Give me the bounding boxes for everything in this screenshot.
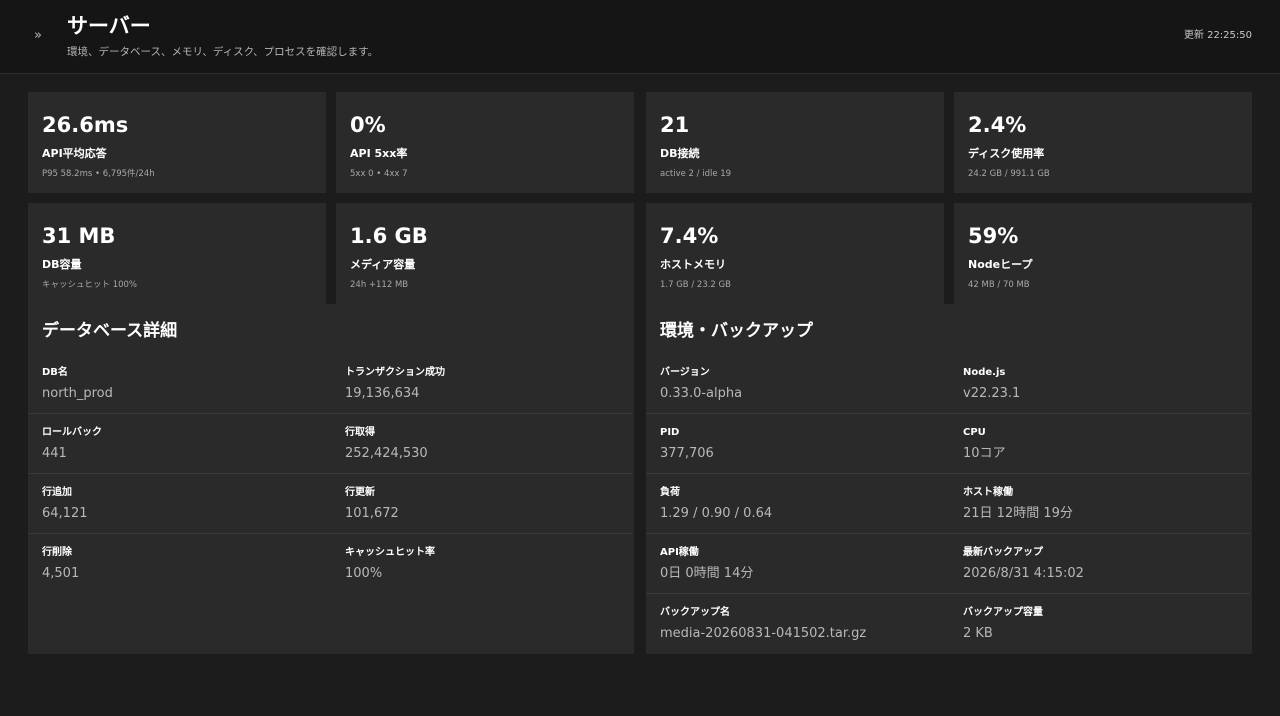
field-value: 2 KB	[963, 626, 993, 641]
field-value: north_prod	[42, 386, 113, 401]
metric-detail: キャッシュヒット 100%	[42, 280, 138, 290]
metric-card-node-heap: 59% Nodeヒープ 42 MB / 70 MB	[954, 203, 1252, 304]
field-value: 0日 0時間 14分	[660, 566, 754, 581]
field-label: 行削除	[42, 547, 72, 558]
field-label: 最新バックアップ	[963, 547, 1043, 558]
panel-title: 環境・バックアップ	[660, 321, 813, 341]
metric-label: API平均応答	[42, 147, 107, 160]
environment-backup-panel: 環境・バックアップ バージョン 0.33.0-alpha Node.js v22.2…	[646, 304, 1252, 654]
metric-detail: active 2 / idle 19	[660, 169, 732, 179]
metric-card-db-connections: 21 DB接続 active 2 / idle 19	[646, 92, 944, 193]
field-value: 4,501	[42, 566, 80, 581]
table-row: 負荷 1.29 / 0.90 / 0.64 ホスト稼働 21日 12時間 19分	[646, 474, 1250, 534]
field-value: 0.33.0-alpha	[660, 386, 743, 401]
panel-title: データベース詳細	[42, 321, 178, 341]
field-value: v22.23.1	[963, 386, 1021, 401]
field-label: キャッシュヒット率	[345, 547, 435, 558]
field-label: 行取得	[345, 427, 375, 438]
field-value: 100%	[345, 566, 383, 581]
metric-card-api-5xx: 0% API 5xx率 5xx 0 • 4xx 7	[336, 92, 634, 193]
field-value: 252,424,530	[345, 446, 428, 461]
table-row: バージョン 0.33.0-alpha Node.js v22.23.1	[646, 354, 1250, 414]
metric-detail: 24.2 GB / 991.1 GB	[968, 169, 1050, 179]
metric-label: メディア容量	[350, 258, 416, 271]
metric-label: Nodeヒープ	[968, 258, 1033, 271]
field-value: 21日 12時間 19分	[963, 506, 1073, 521]
table-row: 行削除 4,501 キャッシュヒット率 100%	[28, 534, 632, 594]
metric-card-disk-usage: 2.4% ディスク使用率 24.2 GB / 991.1 GB	[954, 92, 1252, 193]
field-label: Node.js	[963, 367, 1006, 378]
field-value: 19,136,634	[345, 386, 420, 401]
metric-label: ホストメモリ	[660, 258, 726, 271]
field-value: media-20260831-041502.tar.gz	[660, 626, 867, 641]
field-value: 10コア	[963, 446, 1006, 461]
last-updated-time: 更新 22:25:50	[1183, 30, 1252, 41]
field-label: DB名	[42, 367, 68, 378]
page-header: » サーバー 環境、データベース、メモリ、ディスク、プロセスを確認します。 更新…	[0, 0, 1280, 74]
metric-card-db-size: 31 MB DB容量 キャッシュヒット 100%	[28, 203, 326, 304]
metric-label: ディスク使用率	[968, 147, 1045, 160]
field-label: 行更新	[345, 487, 375, 498]
field-value: 2026/8/31 4:15:02	[963, 566, 1084, 581]
metric-detail: P95 58.2ms • 6,795件/24h	[42, 169, 155, 179]
field-value: 64,121	[42, 506, 88, 521]
table-row: ロールバック 441 行取得 252,424,530	[28, 414, 632, 474]
metric-value: 26.6ms	[42, 113, 129, 137]
page-subtitle: 環境、データベース、メモリ、ディスク、プロセスを確認します。	[67, 46, 379, 58]
metric-detail: 1.7 GB / 23.2 GB	[660, 280, 731, 290]
metric-card-host-memory: 7.4% ホストメモリ 1.7 GB / 23.2 GB	[646, 203, 944, 304]
field-value: 1.29 / 0.90 / 0.64	[660, 506, 773, 521]
table-row: バックアップ名 media-20260831-041502.tar.gz バックア…	[646, 594, 1250, 654]
metric-value: 1.6 GB	[350, 224, 428, 248]
field-label: 行追加	[42, 487, 72, 498]
metric-detail: 24h +112 MB	[350, 280, 409, 290]
metric-label: DB接続	[660, 147, 700, 160]
field-label: バックアップ名	[660, 607, 730, 618]
metric-value: 7.4%	[660, 224, 719, 248]
field-value: 101,672	[345, 506, 399, 521]
metric-value: 31 MB	[42, 224, 116, 248]
field-label: トランザクション成功	[345, 367, 445, 378]
metric-value: 0%	[350, 113, 386, 137]
metric-detail: 5xx 0 • 4xx 7	[350, 169, 408, 179]
database-details-panel: データベース詳細 DB名 north_prod トランザクション成功 19,136,…	[28, 304, 634, 654]
metric-label: DB容量	[42, 258, 82, 271]
table-row: API稼働 0日 0時間 14分 最新バックアップ 2026/8/31 4:15:0…	[646, 534, 1250, 594]
field-value: 377,706	[660, 446, 714, 461]
field-value: 441	[42, 446, 67, 461]
table-row: DB名 north_prod トランザクション成功 19,136,634	[28, 354, 632, 414]
field-label: CPU	[963, 427, 986, 438]
page-title: サーバー	[67, 14, 151, 38]
field-label: バックアップ容量	[963, 607, 1043, 618]
field-label: API稼働	[660, 547, 699, 558]
metric-value: 2.4%	[968, 113, 1027, 137]
field-label: ホスト稼働	[963, 487, 1013, 498]
table-row: 行追加 64,121 行更新 101,672	[28, 474, 632, 534]
sidebar-toggle-icon[interactable]: »	[34, 29, 42, 43]
metric-value: 21	[660, 113, 690, 137]
metric-value: 59%	[968, 224, 1019, 248]
field-label: 負荷	[660, 487, 680, 498]
field-label: PID	[660, 427, 680, 438]
metric-card-media-size: 1.6 GB メディア容量 24h +112 MB	[336, 203, 634, 304]
field-label: バージョン	[660, 367, 710, 378]
metric-card-api-latency: 26.6ms API平均応答 P95 58.2ms • 6,795件/24h	[28, 92, 326, 193]
metric-label: API 5xx率	[350, 147, 408, 160]
table-row: PID 377,706 CPU 10コア	[646, 414, 1250, 474]
field-label: ロールバック	[42, 427, 102, 438]
metric-detail: 42 MB / 70 MB	[968, 280, 1030, 290]
